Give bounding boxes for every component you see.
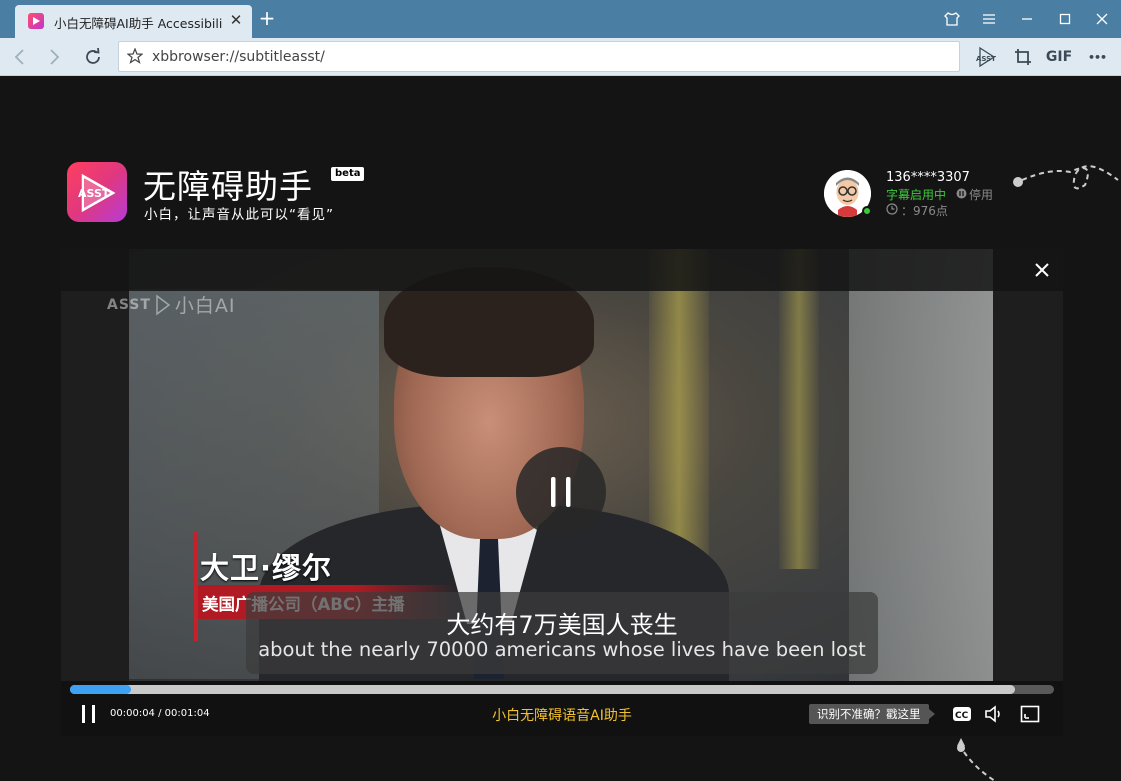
crop-icon[interactable] [1012,46,1034,68]
app-logo-text: ASST [78,187,110,200]
asst-tool-label: ASST [976,55,996,63]
progress-bar[interactable] [70,685,1054,694]
player-close-icon[interactable] [1031,259,1053,281]
reload-icon[interactable] [83,47,103,67]
dashed-path-decoration-icon [1013,165,1119,190]
player-controls: 00:00:04 / 00:01:04 小白无障碍语音AI助手 识别不准确？戳这… [61,681,1063,736]
back-icon[interactable] [10,47,30,67]
cc-label: CC [955,711,969,721]
asst-tool-icon[interactable]: ASST [975,46,997,68]
disable-subtitle-button[interactable]: 停用 [956,186,993,203]
online-status-dot [862,206,872,216]
pause-circle-icon [956,188,967,202]
volume-button[interactable] [983,704,1005,724]
watermark-text: 小白AI [174,295,236,317]
app-slogan: 小白，让声音从此可以“看见” [144,207,334,223]
watermark-asst: ASST [107,296,151,313]
subtitle-status-active: 字幕启用中 [886,188,947,202]
watermark-play-icon [156,294,171,315]
lower-third-name: 大卫·缪尔 [200,551,333,585]
progress-buffered [70,685,1015,694]
minimize-icon[interactable] [1015,7,1039,31]
clock-icon [886,203,898,218]
app-name: 无障碍助手 [143,167,313,206]
cc-button[interactable]: CC [951,704,973,724]
bookmark-star-icon[interactable] [126,47,144,68]
gif-tool-button[interactable]: GIF [1046,46,1072,68]
points-label: ：976点 [901,204,948,218]
player-top-bar [61,249,1063,291]
menu-icon[interactable] [977,7,1001,31]
closed-caption-icon: CC [953,707,971,721]
tab-close-icon[interactable]: ✕ [227,11,245,29]
points-balance: ：976点 [886,202,948,219]
subtitle-chinese: 大约有7万美国人丧生 [446,611,678,639]
disable-subtitle-label: 停用 [969,188,994,202]
address-toolbar: xbbrowser://subtitleasst/ ASST GIF ••• [0,38,1121,76]
beta-badge: beta [331,167,365,181]
browser-titlebar: 小白无障碍AI助手 Accessibility ✕ + [0,0,1121,38]
more-menu-button[interactable]: ••• [1085,46,1109,68]
fullscreen-button[interactable] [1019,704,1041,724]
url-box[interactable]: xbbrowser://subtitleasst/ [118,41,960,72]
subtitle-english: about the nearly 70000 americans whose l… [258,638,866,661]
tab-title: 小白无障碍AI助手 Accessibility [54,16,222,31]
video-watermark: ASST 小白AI [107,291,236,318]
window-close-icon[interactable] [1090,7,1114,31]
center-pause-button[interactable] [516,447,606,537]
maximize-icon[interactable] [1053,7,1077,31]
app-favicon-icon [28,13,44,29]
user-phone: 136****3307 [886,170,970,185]
browser-tab[interactable]: 小白无障碍AI助手 Accessibility ✕ [15,5,252,38]
forward-icon[interactable] [44,47,64,67]
feedback-button[interactable]: 识别不准确？戳这里 [809,704,934,724]
dashed-path-decoration-bottom-icon [957,738,996,781]
video-player: ASST 小白AI 大卫·缪尔 美国广播公司（ABC）主播 大约有7万美国人丧生… [61,249,1063,736]
fullscreen-icon [1020,705,1040,723]
url-text[interactable]: xbbrowser://subtitleasst/ [152,49,325,65]
pause-icon [551,477,571,507]
subtitle-overlay: 大约有7万美国人丧生 about the nearly 70000 americ… [246,592,878,674]
volume-icon [985,705,1000,723]
new-tab-button[interactable]: + [258,8,276,28]
skin-icon[interactable] [940,7,964,31]
progress-played [70,685,131,694]
app-logo: ASST [67,162,127,222]
